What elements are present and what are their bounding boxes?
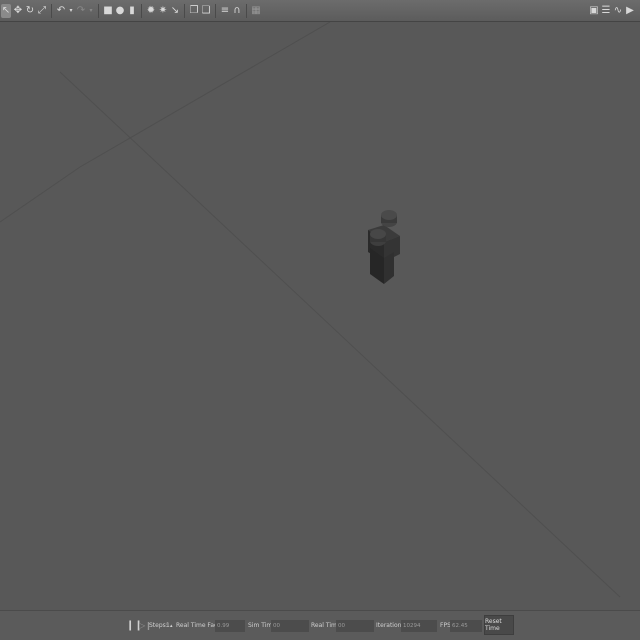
steps-label: Steps: (149, 622, 168, 629)
iterations-value: 10294 (401, 620, 437, 632)
rotate-icon[interactable]: ↻ (25, 4, 35, 18)
directional-light-icon[interactable]: ↘ (170, 4, 180, 18)
fps-value: 62.45 (450, 620, 482, 632)
scale-icon[interactable]: ⤢ (37, 4, 47, 18)
reset-time-button[interactable]: Reset Time (484, 615, 514, 635)
steps-spinner-icon[interactable]: ▴ (170, 619, 173, 633)
redo-dropdown-icon[interactable]: ▾ (88, 4, 94, 18)
translate-icon[interactable]: ✥ (13, 4, 23, 18)
cylinder-icon[interactable]: ▮ (127, 4, 137, 18)
redo-icon[interactable]: ↷ (76, 4, 86, 18)
toolbar-divider (246, 3, 247, 18)
toolbar-divider (51, 3, 52, 18)
box-icon[interactable]: ■ (103, 4, 113, 18)
select-arrow-icon[interactable]: ↖ (1, 3, 11, 18)
rtf-value: 0.99 (215, 620, 245, 632)
toolbar-divider (215, 3, 216, 18)
paste-icon[interactable]: ❑ (201, 4, 211, 18)
3d-viewport[interactable] (0, 21, 640, 610)
copy-icon[interactable]: ❐ (189, 4, 199, 18)
sphere-icon[interactable]: ● (115, 4, 125, 18)
scene-render (0, 21, 621, 598)
status-bar: ❙❙ ▷❙ Steps: 1 ▴ Real Time Factor: 0.99 … (0, 610, 640, 640)
align-icon[interactable]: ≡ (220, 4, 230, 18)
point-light-icon[interactable]: ✹ (146, 4, 156, 18)
toolbar-divider (184, 3, 185, 18)
toolbar-divider (141, 3, 142, 18)
undo-dropdown-icon[interactable]: ▾ (68, 4, 74, 18)
log-icon[interactable]: ☰ (601, 4, 611, 18)
toolbar-divider (98, 3, 99, 18)
video-record-icon[interactable]: ▶ (625, 4, 635, 18)
spot-light-icon[interactable]: ✷ (158, 4, 168, 18)
plot-icon[interactable]: ∿ (613, 4, 623, 18)
screenshot-icon[interactable]: ▦ (251, 4, 261, 18)
undo-icon[interactable]: ↶ (56, 4, 66, 18)
screenshot-icon[interactable]: ▣ (589, 4, 599, 18)
brick-model[interactable] (368, 210, 400, 284)
ground-grid (0, 21, 621, 598)
toolbar: ↖ ✥ ↻ ⤢ ↶ ▾ ↷ ▾ ■ ● ▮ ✹ ✷ ↘ ❐ ❑ ≡ ∩ ▦ ▣ … (0, 0, 640, 22)
snap-icon[interactable]: ∩ (232, 4, 242, 18)
real-time-value: 00 00:00:10.360 (336, 620, 374, 632)
sim-time-value: 00 00:00:10.294 (271, 620, 309, 632)
